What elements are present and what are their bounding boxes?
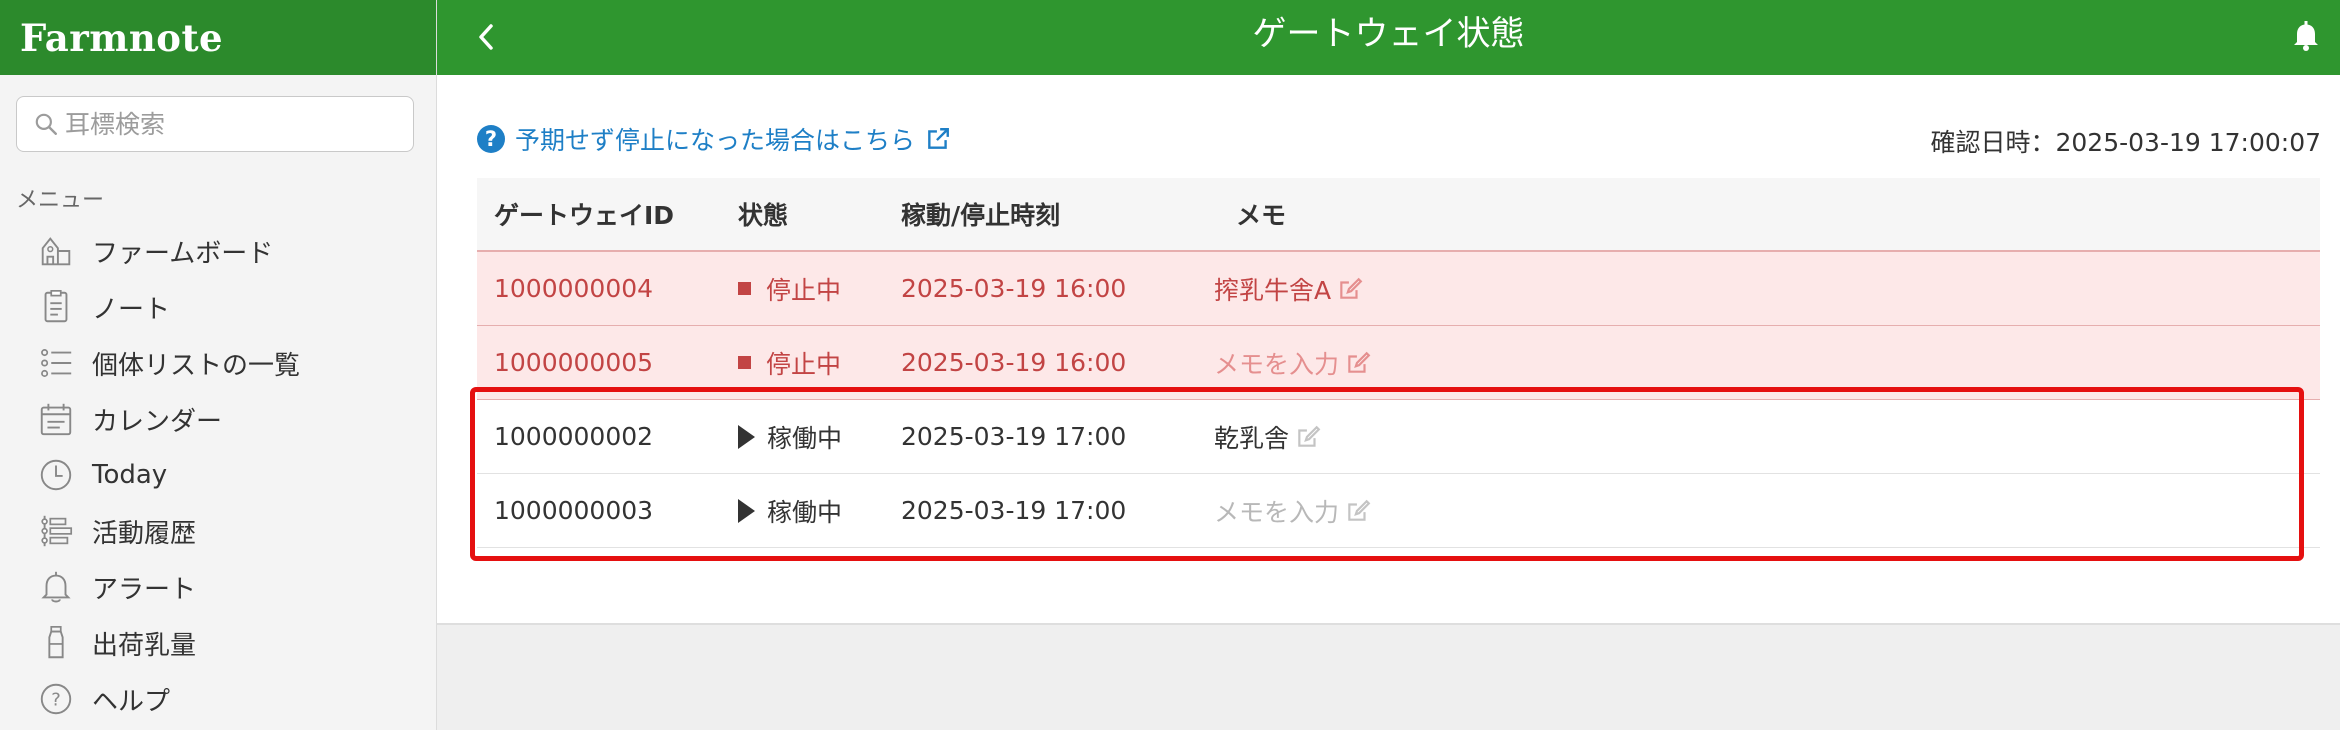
confirmed-at: 確認日時：2025-03-19 17:00:07: [1930, 128, 2321, 157]
farm-icon: [36, 231, 76, 271]
sidebar-item-label: アラート: [92, 574, 197, 605]
svg-text:?: ?: [51, 690, 61, 711]
gateway-id: 1000000003: [494, 496, 654, 525]
memo-cell: 乾乳舎: [1214, 419, 2320, 455]
sidebar-item-shipping-milk[interactable]: 出荷乳量: [0, 615, 436, 671]
bell-icon: [36, 567, 76, 607]
memo-cell: メモを入力: [1214, 493, 2320, 529]
column-header-gateway-id: ゲートウェイID: [494, 201, 675, 230]
logo-bar: Farmnote: [0, 0, 436, 75]
status-text: 停止中: [766, 349, 842, 379]
play-icon: [738, 498, 755, 523]
sidebar-item-label: ヘルプ: [92, 686, 171, 717]
milk-bottle-icon: [36, 623, 76, 663]
status-time: 2025-03-19 16:00: [901, 274, 1127, 303]
status-cell: 稼働中: [730, 493, 897, 529]
sidebar-item-label: Today: [92, 460, 168, 490]
table-row: 1000000005 停止中 2025-03-19 16:00 メモを入力: [477, 326, 2320, 400]
app-logo[interactable]: Farmnote: [20, 16, 223, 60]
sidebar-item-today[interactable]: Today: [0, 447, 436, 503]
column-header-memo: メモ: [1236, 201, 1287, 230]
memo-cell: メモを入力: [1214, 345, 2320, 381]
note-icon: [36, 287, 76, 327]
search-input[interactable]: [65, 109, 405, 139]
sidebar-menu: ファームボード ノート 個体リストの一覧 カレンダー Today 活動履歴 アラ…: [0, 223, 436, 727]
status-text: 稼働中: [767, 497, 843, 527]
sidebar-item-label: 活動履歴: [92, 518, 197, 549]
gateway-id: 1000000002: [494, 422, 654, 451]
sidebar-item-alert[interactable]: アラート: [0, 559, 436, 615]
clock-icon: [36, 455, 76, 495]
status-time: 2025-03-19 17:00: [901, 422, 1127, 451]
sidebar-item-label: ノート: [92, 294, 171, 325]
edit-memo-icon[interactable]: [1337, 276, 1363, 302]
sidebar-item-label: カレンダー: [92, 406, 223, 437]
memo-placeholder[interactable]: メモを入力: [1214, 345, 1339, 381]
sidebar-item-calendar[interactable]: カレンダー: [0, 391, 436, 447]
sidebar-item-label: 個体リストの一覧: [92, 350, 301, 381]
status-cell: 稼働中: [730, 419, 897, 455]
memo-text[interactable]: 乾乳舎: [1214, 419, 1289, 455]
column-header-status: 状態: [738, 201, 789, 230]
ear-tag-search[interactable]: [16, 96, 414, 152]
gateway-id: 1000000004: [494, 274, 654, 303]
edit-memo-icon[interactable]: [1345, 498, 1371, 524]
search-icon: [35, 113, 57, 135]
sidebar: Farmnote メニュー ファームボード ノート 個体リストの一覧: [0, 0, 437, 730]
help-icon: ?: [36, 679, 76, 719]
sidebar-item-note[interactable]: ノート: [0, 279, 436, 335]
top-bar: ゲートウェイ状態: [437, 0, 2340, 75]
sidebar-item-help[interactable]: ? ヘルプ: [0, 671, 436, 727]
status-cell: 停止中: [730, 271, 897, 307]
calendar-icon: [36, 399, 76, 439]
status-text: 停止中: [766, 275, 842, 305]
status-text: 稼働中: [767, 423, 843, 453]
status-cell: 停止中: [730, 345, 897, 381]
edit-memo-icon[interactable]: [1345, 350, 1371, 376]
question-icon: ?: [477, 125, 505, 153]
memo-cell: 搾乳牛舎A: [1214, 271, 2320, 307]
gateway-id: 1000000005: [494, 348, 654, 377]
memo-text[interactable]: 搾乳牛舎A: [1214, 271, 1331, 307]
sidebar-item-label: ファームボード: [92, 238, 274, 269]
table-row: 1000000004 停止中 2025-03-19 16:00 搾乳牛舎A: [477, 252, 2320, 326]
gateway-status-panel: ? 予期せず停止になった場合はこちら 確認日時：2025-03-19 17:00…: [437, 75, 2340, 625]
menu-heading: メニュー: [16, 188, 105, 213]
list-icon: [36, 343, 76, 383]
page-title: ゲートウェイ状態: [1252, 14, 1525, 54]
sidebar-item-farm-board[interactable]: ファームボード: [0, 223, 436, 279]
table-header: ゲートウェイID 状態 稼動/停止時刻 メモ: [477, 178, 2320, 252]
memo-placeholder[interactable]: メモを入力: [1214, 493, 1339, 529]
history-icon: [36, 511, 76, 551]
play-icon: [738, 424, 755, 449]
sidebar-item-individual-list[interactable]: 個体リストの一覧: [0, 335, 436, 391]
stop-square-icon: [738, 282, 751, 295]
unexpected-stop-help-link[interactable]: ? 予期せず停止になった場合はこちら: [477, 121, 951, 157]
status-time: 2025-03-19 16:00: [901, 348, 1127, 377]
external-link-icon: [928, 128, 949, 149]
column-header-time: 稼動/停止時刻: [901, 201, 1061, 230]
table-row: 1000000003 稼働中 2025-03-19 17:00 メモを入力: [477, 474, 2320, 548]
stop-square-icon: [738, 356, 751, 369]
edit-memo-icon[interactable]: [1295, 424, 1321, 450]
help-link-text: 予期せず停止になった場合はこちら: [515, 126, 916, 155]
gateway-table: ゲートウェイID 状態 稼動/停止時刻 メモ 1000000004 停止中 20…: [477, 178, 2320, 548]
sidebar-item-label: 出荷乳量: [92, 630, 197, 661]
status-time: 2025-03-19 17:00: [901, 496, 1127, 525]
table-row: 1000000002 稼働中 2025-03-19 17:00 乾乳舎: [477, 400, 2320, 474]
notification-button[interactable]: [2288, 17, 2324, 55]
bell-icon: [2294, 21, 2318, 51]
sidebar-item-activity-history[interactable]: 活動履歴: [0, 503, 436, 559]
